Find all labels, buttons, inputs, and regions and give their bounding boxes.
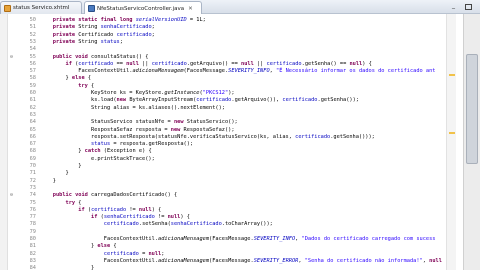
editor-tab-bar: status Servico.xhtml NfeStatusServicoCon… xyxy=(0,0,480,15)
minimize-button[interactable]: _ xyxy=(452,2,455,9)
close-icon[interactable]: ✕ xyxy=(188,6,193,12)
tab-status-servico-xhtml[interactable]: status Servico.xhtml xyxy=(0,1,82,14)
maximize-button[interactable] xyxy=(465,4,472,10)
tab-label: NfeStatusServicoController.java xyxy=(97,5,185,12)
tab-label: status Servico.xhtml xyxy=(13,5,70,11)
java-file-icon xyxy=(88,5,95,12)
code-line[interactable]: String alias = ks.aliases().nextElement(… xyxy=(40,104,225,112)
code-line[interactable]: certificado.setSenha(senhaCertificado.to… xyxy=(40,220,273,228)
scrollbar-thumb[interactable] xyxy=(466,54,478,164)
tab-nfe-status-servico-controller-java[interactable]: NfeStatusServicoController.java ✕ xyxy=(84,1,202,15)
annotation-ruler xyxy=(0,14,8,270)
code-line[interactable]: private String status; xyxy=(40,38,123,46)
line-number: 84 xyxy=(29,265,36,270)
code-line[interactable]: } xyxy=(40,177,56,185)
code-line[interactable]: FacesContextUtil.adicionaMensagem(FacesM… xyxy=(40,67,435,75)
xhtml-file-icon xyxy=(4,4,11,12)
overview-ruler[interactable] xyxy=(446,14,456,270)
vertical-scrollbar[interactable] xyxy=(463,14,480,270)
code-line[interactable]: } xyxy=(40,264,94,270)
code-text-area[interactable]: private static final long serialVersionU… xyxy=(40,14,442,270)
line-number-gutter: 50 51 52 53 54 55 ⊖ 56 57 58 59 60 61 62 63 64 65 66 67 68 6… xyxy=(8,14,38,270)
code-line[interactable]: FacesContextUtil.adicionaMensagem(FacesM… xyxy=(40,257,442,265)
code-editor[interactable]: 50 51 52 53 54 55 ⊖ 56 57 58 59 60 61 62 63 64 65 66 67 68 6… xyxy=(0,14,480,270)
occurrence-marker[interactable] xyxy=(449,132,455,134)
occurrence-marker[interactable] xyxy=(449,74,455,76)
